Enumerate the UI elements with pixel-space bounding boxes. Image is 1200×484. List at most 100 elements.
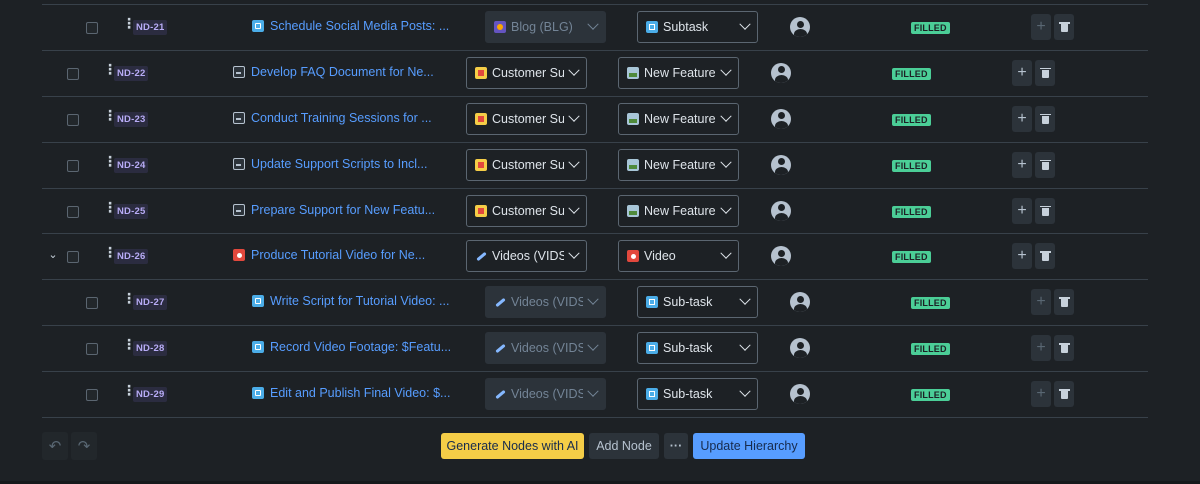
row-actions-menu-icon[interactable]: ⋮ <box>122 383 136 399</box>
delete-row-button[interactable] <box>1035 151 1055 178</box>
row-checkbox[interactable] <box>67 251 79 264</box>
videos-project-icon <box>475 250 487 262</box>
status-badge: FILLED <box>892 251 931 264</box>
assignee-avatar-icon[interactable] <box>771 246 791 267</box>
chevron-down-icon <box>568 110 580 122</box>
row-checkbox[interactable] <box>86 389 98 402</box>
more-options-button[interactable]: ··· <box>664 433 688 459</box>
chevron-down-icon <box>720 156 732 168</box>
row-checkbox[interactable] <box>67 159 79 172</box>
node-summary-link[interactable]: Edit and Publish Final Video: $... <box>252 386 450 400</box>
project-select: Videos (VIDS) <box>485 332 606 365</box>
row-checkbox[interactable] <box>86 297 98 310</box>
add-child-button[interactable]: + <box>1012 197 1032 224</box>
row-actions-menu-icon[interactable]: ⋮ <box>122 291 136 307</box>
issue-type-select[interactable]: Sub-task <box>637 378 758 411</box>
delete-row-button[interactable] <box>1035 105 1055 132</box>
delete-row-button[interactable] <box>1054 335 1074 362</box>
assignee-avatar-icon[interactable] <box>771 62 791 83</box>
issue-type-select-value: Sub-task <box>663 387 713 402</box>
row-actions-menu-icon[interactable]: ⋮ <box>103 108 117 124</box>
add-child-button[interactable]: + <box>1012 151 1032 178</box>
plus-icon: + <box>1017 247 1027 265</box>
subtask-icon <box>646 342 658 355</box>
node-key: ND-23 <box>114 111 149 127</box>
expand-chevron-icon[interactable]: ⌄ <box>46 248 60 262</box>
project-select-value: Videos (VIDS) <box>511 387 583 402</box>
issue-type-select[interactable]: Sub-task <box>637 332 758 365</box>
row-actions-menu-icon[interactable]: ⋮ <box>122 337 136 353</box>
assignee-avatar-icon[interactable] <box>790 384 810 405</box>
add-node-button[interactable]: Add Node <box>589 433 659 459</box>
node-key: ND-21 <box>133 20 168 35</box>
table-row: ⋮ ND-21 Schedule Social Media Posts: ...… <box>42 5 1148 51</box>
row-checkbox[interactable] <box>67 205 79 218</box>
assignee-avatar-icon[interactable] <box>771 154 791 175</box>
table-row: ⋮ ND-27 Write Script for Tutorial Video:… <box>42 280 1148 327</box>
add-child-button[interactable]: + <box>1012 59 1032 86</box>
assignee-avatar-icon[interactable] <box>771 108 791 129</box>
status-badge: FILLED <box>911 297 950 310</box>
node-summary-link[interactable]: Prepare Support for New Featu... <box>233 203 435 217</box>
row-checkbox[interactable] <box>67 67 79 80</box>
row-actions-menu-icon[interactable]: ⋮ <box>103 200 117 216</box>
plus-icon: + <box>1036 385 1046 403</box>
plus-icon: + <box>1036 339 1046 357</box>
assignee-avatar-icon[interactable] <box>771 200 791 221</box>
project-select[interactable]: Customer Support <box>466 102 587 135</box>
customer-support-project-icon <box>475 158 487 171</box>
delete-row-button[interactable] <box>1054 381 1074 408</box>
node-summary-link[interactable]: Produce Tutorial Video for Ne... <box>233 248 425 262</box>
issue-type-select[interactable]: Sub-task <box>637 286 758 319</box>
node-summary-link[interactable]: Develop FAQ Document for Ne... <box>233 65 434 79</box>
issue-type-select[interactable]: New Feature <box>618 56 739 89</box>
add-child-button: + <box>1031 14 1051 40</box>
new-feature-icon <box>627 112 639 125</box>
row-checkbox[interactable] <box>86 22 98 34</box>
node-summary-link[interactable]: Conduct Training Sessions for ... <box>233 111 432 125</box>
row-checkbox[interactable] <box>86 343 98 356</box>
issue-type-select-value: New Feature <box>644 65 716 80</box>
undo-button[interactable]: ↶ <box>42 432 68 460</box>
delete-row-button[interactable] <box>1035 59 1055 86</box>
delete-row-button[interactable] <box>1054 289 1074 316</box>
issue-type-select[interactable]: Video <box>618 240 739 273</box>
node-key: ND-27 <box>133 295 168 311</box>
delete-row-button[interactable] <box>1054 14 1074 40</box>
issue-type-select[interactable]: New Feature <box>618 148 739 181</box>
add-child-button[interactable]: + <box>1012 105 1032 132</box>
node-summary-link[interactable]: Record Video Footage: $Featu... <box>252 340 451 354</box>
trash-icon <box>1058 22 1070 32</box>
project-select[interactable]: Customer Support <box>466 194 587 227</box>
project-select[interactable]: Customer Support <box>466 56 587 89</box>
chevron-down-icon <box>587 293 599 306</box>
delete-row-button[interactable] <box>1035 197 1055 224</box>
node-summary-link[interactable]: Write Script for Tutorial Video: ... <box>252 294 449 308</box>
generate-nodes-button[interactable]: Generate Nodes with AI <box>441 433 584 459</box>
node-summary-link[interactable]: Schedule Social Media Posts: ... <box>252 19 449 33</box>
chevron-down-icon <box>720 110 732 122</box>
assignee-avatar-icon[interactable] <box>790 338 810 359</box>
redo-button[interactable]: ↷ <box>71 432 97 460</box>
customer-support-project-icon <box>475 112 487 125</box>
plus-icon: + <box>1017 201 1027 219</box>
row-actions-menu-icon[interactable]: ⋮ <box>103 245 117 261</box>
issue-type-select[interactable]: Subtask <box>637 11 758 43</box>
node-summary-link[interactable]: Update Support Scripts to Incl... <box>233 157 427 171</box>
row-actions-menu-icon[interactable]: ⋮ <box>122 16 136 32</box>
assignee-avatar-icon[interactable] <box>790 17 810 37</box>
update-hierarchy-button[interactable]: Update Hierarchy <box>693 433 805 459</box>
issue-type-select[interactable]: New Feature <box>618 194 739 227</box>
customer-support-project-icon <box>475 204 487 217</box>
add-child-button[interactable]: + <box>1012 243 1032 270</box>
project-select[interactable]: Videos (VIDS) <box>466 240 587 273</box>
issue-type-select[interactable]: New Feature <box>618 102 739 135</box>
video-icon <box>233 249 245 262</box>
row-actions-menu-icon[interactable]: ⋮ <box>103 62 117 78</box>
node-key: ND-26 <box>114 249 149 265</box>
project-select[interactable]: Customer Support <box>466 148 587 181</box>
assignee-avatar-icon[interactable] <box>790 292 810 313</box>
row-actions-menu-icon[interactable]: ⋮ <box>103 154 117 170</box>
delete-row-button[interactable] <box>1035 243 1055 270</box>
row-checkbox[interactable] <box>67 113 79 126</box>
